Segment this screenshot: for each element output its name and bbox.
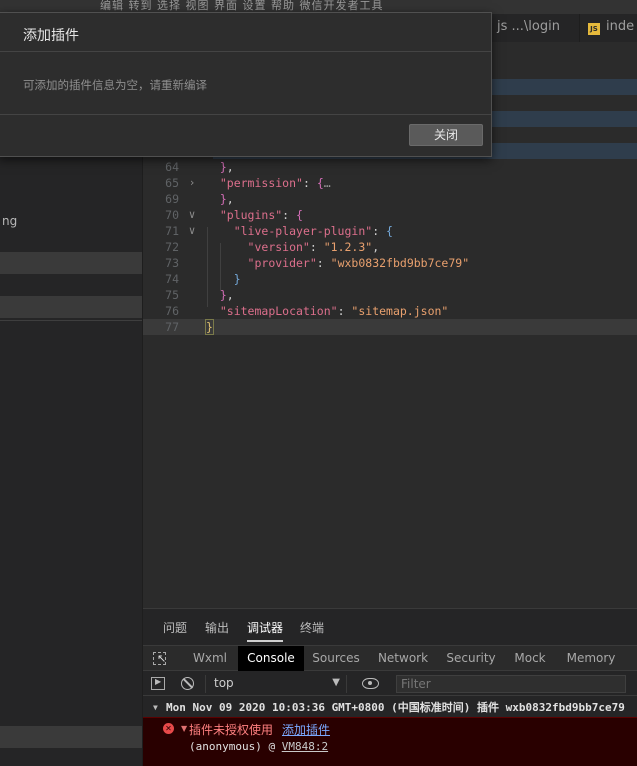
add-plugin-link[interactable]: 添加插件 xyxy=(282,721,330,738)
code-text: "sitemapLocation": "sitemap.json" xyxy=(219,304,449,318)
tab-sources[interactable]: Sources xyxy=(309,646,363,671)
code-text: "version": "1.2.3", xyxy=(247,240,380,254)
chevron-down-icon: ▼ xyxy=(332,677,340,688)
code-text: "provider": "wxb0832fbd9bb7ce79" xyxy=(247,256,470,270)
tab-wxml[interactable]: Wxml xyxy=(187,646,233,671)
console-sidebar-icon[interactable] xyxy=(151,677,165,690)
code-text: } xyxy=(233,272,241,286)
code-text: "plugins": { xyxy=(219,208,303,222)
tab-console[interactable]: Console xyxy=(238,646,304,671)
console-toolbar: top ▼ Filter xyxy=(143,672,637,696)
sidebar-row[interactable] xyxy=(0,726,142,748)
line-number: 73 xyxy=(165,256,179,270)
clear-console-icon[interactable] xyxy=(181,677,194,690)
fold-expanded-icon[interactable]: ∨ xyxy=(186,223,198,239)
expand-triangle-icon[interactable]: ▼ xyxy=(181,724,187,733)
bottom-panel: 问题 输出 调试器 终端 Wxml Console Sources Networ… xyxy=(143,608,637,766)
tab-security[interactable]: Security xyxy=(444,646,498,671)
add-plugin-dialog: 添加插件 可添加的插件信息为空，请重新编译 关闭 xyxy=(0,12,492,157)
close-button[interactable]: 关闭 xyxy=(409,124,483,146)
tab-network[interactable]: Network xyxy=(375,646,431,671)
stack-prefix: (anonymous) @ xyxy=(189,740,282,753)
error-icon: ✕ xyxy=(163,723,174,734)
error-message: 插件未授权使用 xyxy=(189,723,274,737)
code-text: }, xyxy=(219,192,234,206)
tab-problems[interactable]: 问题 xyxy=(163,619,187,636)
stack-source-link[interactable]: VM848:2 xyxy=(282,740,328,753)
code-line[interactable]: 72 "version": "1.2.3", xyxy=(143,239,637,255)
code-text: "live-player-plugin": { xyxy=(233,224,393,238)
sidebar-divider xyxy=(0,320,142,321)
code-line[interactable]: 65 › "permission": {… xyxy=(143,175,637,191)
context-value: top xyxy=(214,676,234,690)
line-number: 70 xyxy=(165,208,179,222)
code-line[interactable]: 75 }, xyxy=(143,287,637,303)
fold-expanded-icon[interactable]: ∨ xyxy=(186,207,198,223)
code-text: }, xyxy=(219,160,234,174)
sidebar-row[interactable] xyxy=(0,296,142,318)
line-number: 74 xyxy=(165,272,179,286)
tab-index-js[interactable]: JS inde xyxy=(579,14,637,42)
sidebar-text-fragment: ng xyxy=(2,214,18,228)
line-number: 65 xyxy=(165,176,179,190)
tab-mock[interactable]: Mock xyxy=(510,646,550,671)
line-number: 71 xyxy=(165,224,179,238)
dialog-message: 可添加的插件信息为空，请重新编译 xyxy=(23,78,207,92)
code-line[interactable]: 64 }, xyxy=(143,159,637,175)
fold-collapsed-icon[interactable]: › xyxy=(186,175,198,191)
code-text: }, xyxy=(219,288,234,302)
dialog-divider xyxy=(0,51,491,52)
context-select[interactable]: top ▼ xyxy=(205,675,347,693)
tab-login-js[interactable]: js ...\login xyxy=(488,14,579,42)
line-number: 75 xyxy=(165,288,179,302)
code-line[interactable]: 73 "provider": "wxb0832fbd9bb7ce79" xyxy=(143,255,637,271)
devtools-tab-bar: Wxml Console Sources Network Security Mo… xyxy=(143,645,637,671)
filter-input[interactable]: Filter xyxy=(396,675,626,693)
tab-debugger[interactable]: 调试器 xyxy=(247,619,284,642)
code-line[interactable]: 74 } xyxy=(143,271,637,287)
line-number: 64 xyxy=(165,160,179,174)
stack-trace: (anonymous) @ VM848:2 xyxy=(189,740,328,753)
console-log-group[interactable]: ▼ Mon Nov 09 2020 10:03:36 GMT+0800 (中国标… xyxy=(143,699,637,717)
code-text: "permission": {… xyxy=(219,176,331,190)
line-number: 72 xyxy=(165,240,179,254)
console-error-entry: ✕ ▼ 插件未授权使用 添加插件 (anonymous) @ VM848:2 xyxy=(143,717,637,766)
tab-login-label: js ...\login xyxy=(497,19,560,34)
line-number: 77 xyxy=(165,320,179,334)
code-line[interactable]: 77} xyxy=(143,319,637,335)
expand-triangle-icon[interactable]: ▼ xyxy=(153,699,158,717)
line-number: 76 xyxy=(165,304,179,318)
code-line[interactable]: 71 ∨ "live-player-plugin": { xyxy=(143,223,637,239)
code-line[interactable]: 69 }, xyxy=(143,191,637,207)
code-text: } xyxy=(205,319,214,335)
tab-output[interactable]: 输出 xyxy=(205,619,229,636)
code-line[interactable]: 76 "sitemapLocation": "sitemap.json" xyxy=(143,303,637,319)
sidebar-row[interactable] xyxy=(0,252,142,274)
dialog-divider xyxy=(0,114,491,115)
log-group-text: Mon Nov 09 2020 10:03:36 GMT+0800 (中国标准时… xyxy=(166,701,625,714)
tab-terminal[interactable]: 终端 xyxy=(300,619,324,636)
js-file-icon: JS xyxy=(588,23,600,35)
line-number: 69 xyxy=(165,192,179,206)
inspect-element-icon[interactable] xyxy=(153,652,166,665)
tab-memory[interactable]: Memory xyxy=(563,646,619,671)
tab-index-label: inde xyxy=(606,19,635,34)
eye-icon[interactable] xyxy=(362,678,379,689)
code-line[interactable]: 70 ∨ "plugins": { xyxy=(143,207,637,223)
dialog-title: 添加插件 xyxy=(23,28,79,44)
